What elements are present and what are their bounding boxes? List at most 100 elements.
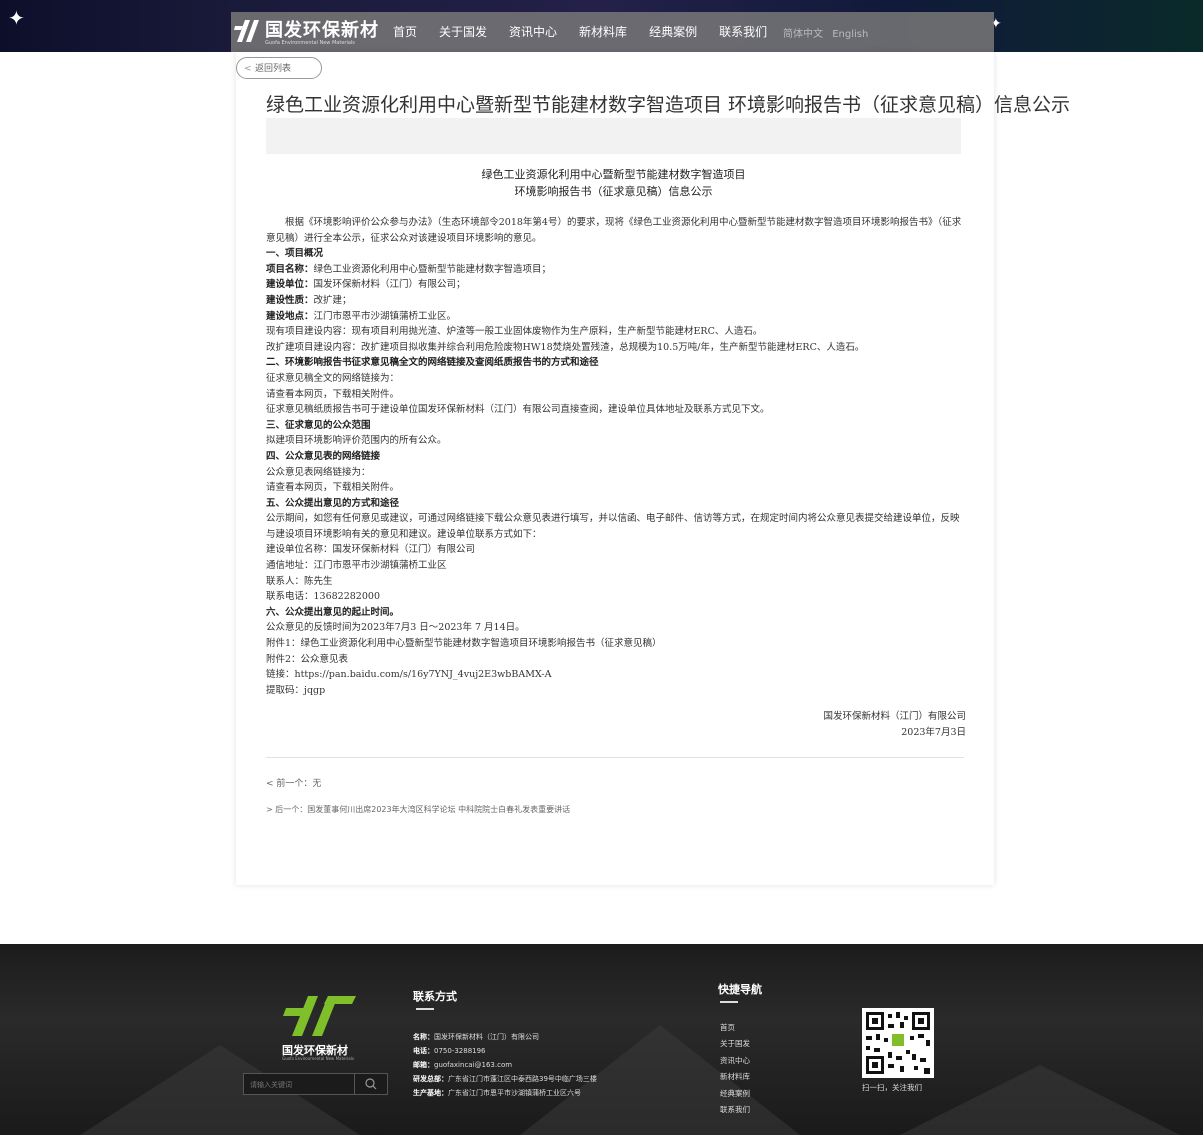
prev-article-text: 前一个：无 <box>276 779 322 789</box>
paragraph: 联系人：陈先生 <box>266 575 333 587</box>
lang-zh[interactable]: 简体中文 <box>783 29 823 40</box>
contact-label: 名称： <box>413 1033 434 1041</box>
language-switch: 简体中文 English <box>783 25 874 40</box>
quicknav-title: 快捷导航 <box>718 983 762 996</box>
field-label: 建设地点： <box>266 310 314 322</box>
meta-bar <box>266 118 961 154</box>
title-underline <box>416 1008 434 1010</box>
article-card: < 返回列表 绿色工业资源化利用中心暨新型节能建材数字智造项目 环境影响报告书（… <box>236 52 1070 885</box>
next-article-link[interactable]: > 后一个：国发董事何川出席2023年大湾区科学论坛 中科院院士白春礼发表重要讲… <box>266 804 570 815</box>
mountain-decoration <box>900 1065 1180 1135</box>
search-button[interactable] <box>354 1074 387 1094</box>
attachment-2[interactable]: 附件2：公众意见表 <box>266 652 966 668</box>
paragraph: 请查看本网页，下载相关附件。 <box>266 388 400 400</box>
paragraph: 建设单位名称：国发环保新材料（江门）有限公司 <box>266 544 476 556</box>
back-to-list-button[interactable]: < 返回列表 <box>236 57 322 79</box>
chevron-left-icon: < <box>266 779 274 789</box>
article-body: 根据《环境影响评价公众参与办法》（生态环境部令2018年第4号）的要求，现将《绿… <box>266 215 966 698</box>
brand-name: 国发环保新材 <box>265 20 379 41</box>
footer-search <box>243 1073 388 1095</box>
prev-article-link[interactable]: < 前一个：无 <box>266 776 321 789</box>
heading-text: 二、环境影响报告书征求意见稿全文的网络链接及查阅纸质报告书的方式和途径 <box>266 357 599 369</box>
contact-label: 邮箱： <box>413 1061 434 1069</box>
nav-contact[interactable]: 联系我们 <box>719 23 767 40</box>
contact-info: 名称：国发环保新材料（江门）有限公司 电话：0750-3288196 邮箱：gu… <box>413 1030 597 1100</box>
top-navbar: 国发环保新材 Guofa Environmental New Materials… <box>231 12 994 52</box>
paragraph: 征求意见稿全文的网络链接为： <box>266 372 400 384</box>
nav-news[interactable]: 资讯中心 <box>509 23 557 40</box>
search-icon <box>365 1078 377 1090</box>
contact-label: 电话： <box>413 1047 434 1055</box>
footer-brand-subtitle: Guofa Environmental New Materials <box>282 1056 354 1061</box>
contact-email[interactable]: guofaxincai@163.com <box>434 1061 512 1069</box>
field-label: 建设性质： <box>266 294 314 306</box>
quicknav-about[interactable]: 关于国发 <box>720 1036 750 1052</box>
quicknav-contact[interactable]: 联系我们 <box>720 1102 750 1118</box>
footer-logo-icon <box>283 996 356 1036</box>
qr-code-icon <box>862 1008 934 1078</box>
quicknav-news[interactable]: 资讯中心 <box>720 1053 750 1069</box>
main-nav: 首页 关于国发 资讯中心 新材料库 经典案例 联系我们 <box>393 23 789 40</box>
chevron-left-icon: < <box>244 64 252 74</box>
paragraph: 建设地点：江门市恩平市沙湖镇蒲桥工业区。 <box>266 309 966 325</box>
paragraph: 公示期间，如您有任何意见或建议，可通过网络链接下载公众意见表进行填写，并以信函、… <box>266 513 960 540</box>
extraction-code: 提取码：jqgp <box>266 684 326 696</box>
site-footer: 国发环保新材 Guofa Environmental New Materials… <box>0 944 1203 1135</box>
section-heading: 三、征求意见的公众范围 <box>266 418 966 434</box>
attachment-1[interactable]: 附件1：绿色工业资源化利用中心暨新型节能建材数字智造项目环境影响报告书（征求意见… <box>266 636 966 652</box>
paragraph: 公众意见的反馈时间为2023年7月3 日～2023年 7 月14日。 <box>266 622 525 634</box>
signature-block: 国发环保新材料（江门）有限公司 2023年7月3日 <box>823 709 966 740</box>
paragraph: 联系电话：13682282000 <box>266 591 380 603</box>
paragraph: 根据《环境影响评价公众参与办法》（生态环境部令2018年第4号）的要求，现将《绿… <box>266 217 962 244</box>
heading-text: 六、公众提出意见的起止时间。 <box>266 606 400 618</box>
site-logo[interactable]: 国发环保新材 Guofa Environmental New Materials <box>231 14 391 50</box>
paragraph: 建设性质：改扩建； <box>266 293 966 309</box>
section-heading: 五、公众提出意见的方式和途径 <box>266 496 966 512</box>
field-value: 绿色工业资源化利用中心暨新型节能建材数字智造项目； <box>313 263 552 275</box>
field-label: 建设单位： <box>266 279 314 291</box>
section-heading: 一、项目概况 <box>266 246 966 262</box>
nav-materials[interactable]: 新材料库 <box>579 23 627 40</box>
section-heading: 四、公众意见表的网络链接 <box>266 449 966 465</box>
contact-title: 联系方式 <box>413 990 457 1003</box>
heading-text: 三、征求意见的公众范围 <box>266 419 371 431</box>
field-label: 项目名称： <box>266 263 314 275</box>
nav-about[interactable]: 关于国发 <box>439 23 487 40</box>
quicknav-home[interactable]: 首页 <box>720 1020 750 1036</box>
field-value: 江门市恩平市沙湖镇蒲桥工业区。 <box>313 310 457 322</box>
signature-company: 国发环保新材料（江门）有限公司 <box>823 711 966 722</box>
back-label: 返回列表 <box>255 64 292 74</box>
signature-date: 2023年7月3日 <box>901 726 966 738</box>
search-input[interactable] <box>248 1077 352 1093</box>
contact-base-address: 广东省江门市恩平市沙湖镇蒲桥工业区六号 <box>448 1089 581 1097</box>
quicknav-materials[interactable]: 新材料库 <box>720 1069 750 1085</box>
star-decoration: ✦ <box>8 6 25 30</box>
paragraph: 现有项目建设内容：现有项目利用抛光渣、炉渣等一般工业固体废物作为生产原料，生产新… <box>266 326 763 338</box>
paragraph: 请查看本网页，下载相关附件。 <box>266 482 400 494</box>
divider <box>266 757 964 758</box>
paragraph: 征求意见稿纸质报告书可于建设单位国发环保新材料（江门）有限公司直接查阅，建设单位… <box>266 404 770 416</box>
contact-rd-address: 广东省江门市蓬江区中泰西路39号中临广场三楼 <box>448 1075 597 1083</box>
nav-home[interactable]: 首页 <box>393 23 417 40</box>
title-underline <box>720 1001 738 1003</box>
field-value: 改扩建； <box>313 294 352 306</box>
paragraph: 拟建项目环境影响评价范围内的所有公众。 <box>266 435 447 447</box>
quicknav-cases[interactable]: 经典案例 <box>720 1086 750 1102</box>
next-article-text: 后一个：国发董事何川出席2023年大湾区科学论坛 中科院院士白春礼发表重要讲话 <box>275 805 571 814</box>
brand-subtitle: Guofa Environmental New Materials <box>265 40 355 46</box>
contact-label: 研发总部： <box>413 1075 448 1083</box>
heading-text: 五、公众提出意见的方式和途径 <box>266 497 400 509</box>
heading-text: 四、公众意见表的网络链接 <box>266 450 381 462</box>
paragraph: 通信地址：江门市恩平市沙湖镇蒲桥工业区 <box>266 560 447 572</box>
lang-en[interactable]: English <box>832 29 868 40</box>
nav-cases[interactable]: 经典案例 <box>649 23 697 40</box>
paragraph: 公众意见表网络链接为： <box>266 466 371 478</box>
paragraph: 改扩建项目建设内容：改扩建项目拟收集并综合利用危险废物HW18焚烧处置残渣，总规… <box>266 341 865 353</box>
document-title: 绿色工业资源化利用中心暨新型节能建材数字智造项目 环境影响报告书（征求意见稿）信… <box>266 166 961 200</box>
download-link[interactable]: 链接：https://pan.baidu.com/s/16y7YNJ_4vuj2… <box>266 667 966 683</box>
qr-caption: 扫一扫，关注我们 <box>862 1083 922 1092</box>
heading-text: 一、项目概况 <box>266 248 324 260</box>
section-heading: 六、公众提出意见的起止时间。 <box>266 605 966 621</box>
contact-name: 国发环保新材料（江门）有限公司 <box>434 1033 539 1041</box>
logo-icon <box>234 20 259 42</box>
